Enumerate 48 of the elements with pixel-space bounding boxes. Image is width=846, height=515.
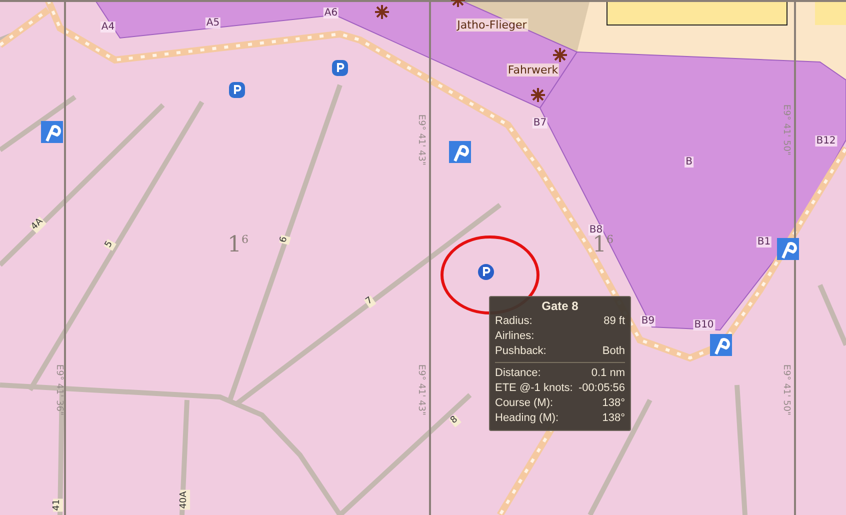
level-label: 1$^{6}$ <box>592 232 614 258</box>
gate-label: B10 <box>693 320 715 330</box>
place-label: Jatho-Flieger <box>456 18 528 32</box>
field-value: 0.1 nm <box>591 366 625 381</box>
field-label: Distance: <box>495 366 541 381</box>
asterisk-icon[interactable] <box>530 87 546 103</box>
parking-icon[interactable] <box>710 334 732 356</box>
parking-icon[interactable] <box>229 82 245 98</box>
field-label: Heading (M): <box>495 411 559 426</box>
gate-label: B9 <box>640 316 656 326</box>
parking-icon[interactable] <box>449 141 471 163</box>
stand-label: 41 <box>53 498 63 512</box>
asterisk-icon[interactable] <box>374 4 390 20</box>
stand-line <box>0 32 13 42</box>
grid-coordinate-label: E9° 41' 36" <box>54 364 64 416</box>
parking-icon[interactable] <box>332 60 348 76</box>
tooltip-title: Gate 8 <box>540 299 580 314</box>
grid-coordinate-label: E9° 41' 50" <box>781 104 791 156</box>
place-label: Fahrwerk <box>506 64 560 76</box>
grid-coordinate-label: E9° 41' 43" <box>416 364 426 416</box>
gate-label: B1 <box>756 236 772 248</box>
level-label: 1$^{6}$ <box>228 232 248 258</box>
field-label: Radius: <box>495 314 532 329</box>
field-label: ETE @-1 knots: <box>495 381 573 396</box>
field-label: Pushback: <box>495 344 546 359</box>
grid-coordinate-label: E9° 41' 43" <box>416 114 426 166</box>
stand-line <box>818 284 846 346</box>
field-value: -00:05:56 <box>578 381 625 396</box>
grid-coordinate-label: E9° 41' 50" <box>781 364 791 416</box>
field-value: 89 ft <box>604 314 625 329</box>
parking-icon[interactable] <box>41 121 63 143</box>
gate-label: A6 <box>323 8 339 18</box>
gate-label: B7 <box>532 118 548 128</box>
gate-label: B12 <box>815 136 837 146</box>
gate-label: B <box>684 156 694 168</box>
gate-label: A4 <box>100 22 116 32</box>
stand-label: 40A <box>180 490 190 510</box>
gate-label: B8 <box>588 224 604 236</box>
gate-label: A5 <box>205 18 221 28</box>
gate-marker-icon[interactable] <box>478 264 494 280</box>
field-label: Airlines: <box>495 329 534 344</box>
field-label: Course (M): <box>495 396 554 411</box>
asterisk-icon[interactable] <box>552 47 568 63</box>
map-view[interactable] <box>0 0 846 515</box>
field-value: 138° <box>602 396 625 411</box>
parking-icon[interactable] <box>777 238 799 260</box>
field-value: Both <box>602 344 625 359</box>
field-value: 138° <box>602 411 625 426</box>
